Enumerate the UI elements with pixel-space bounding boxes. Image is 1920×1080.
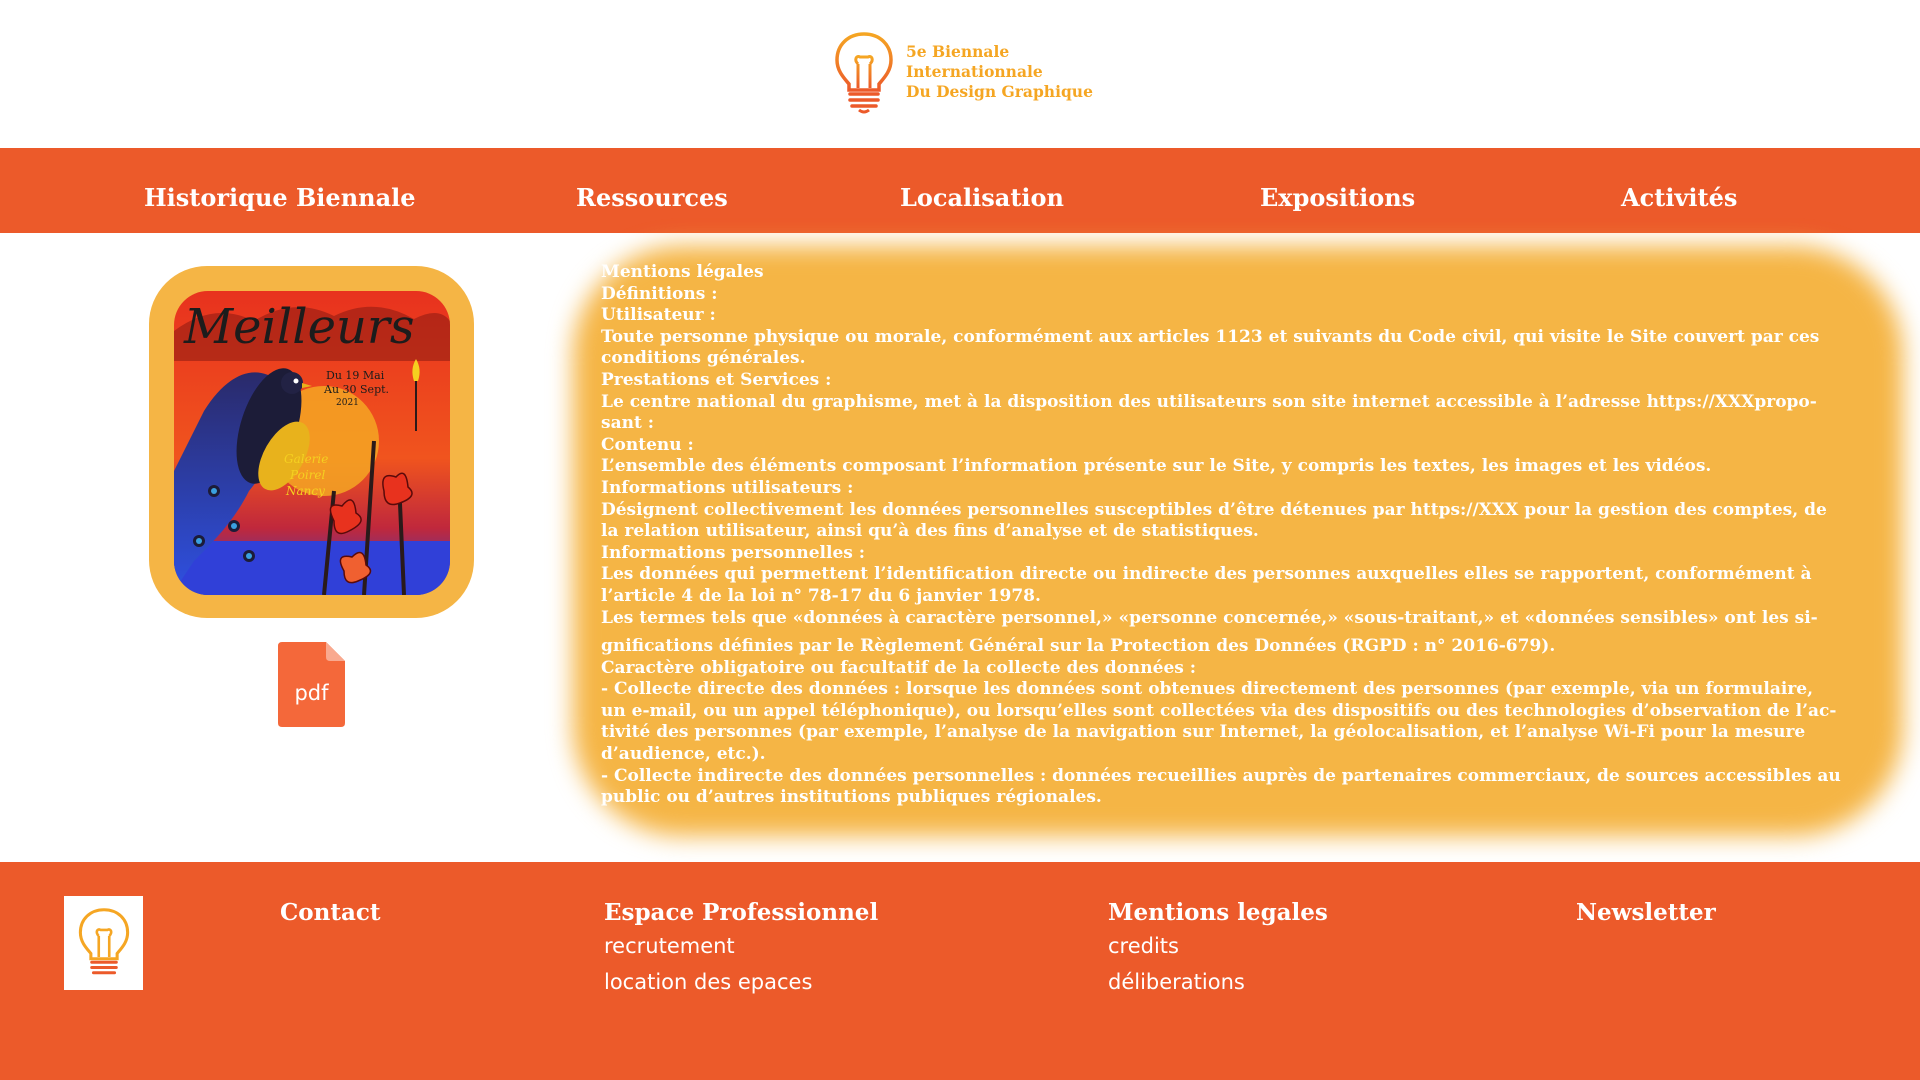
nav-item-ressources[interactable]: Ressources [576, 148, 728, 233]
poster-date-2: Au 30 Sept. [323, 383, 389, 396]
legal-line: Utilisateur : [601, 305, 716, 326]
site-title-line-1: 5e Biennale [906, 42, 1010, 61]
poster-date-1: Du 19 Mai [326, 369, 385, 382]
legal-line: - Collecte indirecte des données personn… [601, 765, 1841, 786]
main-nav: Historique Biennale Ressources Localisat… [0, 148, 1920, 233]
legal-line: Toute personne physique ou morale, confo… [601, 326, 1820, 347]
footer-link-deliberations[interactable]: déliberations [1108, 970, 1245, 994]
legal-line: - Collecte directe des données : lorsque… [601, 679, 1814, 700]
legal-line: la relation utilisateur, ainsi qu’à des … [601, 521, 1259, 542]
legal-line: Informations personnelles : [601, 542, 866, 563]
site-logo[interactable]: 5e Biennale Internationnale Du Design Gr… [832, 30, 1093, 114]
legal-line: Contenu : [601, 434, 694, 455]
footer-pro-heading[interactable]: Espace Professionnel [604, 899, 878, 926]
poster-venue-2: Poirel [289, 468, 325, 482]
legal-line: Prestations et Services : [601, 369, 832, 390]
pdf-download[interactable]: pdf [278, 642, 345, 727]
poster-venue-1: Galerie [284, 452, 328, 466]
footer-link-location[interactable]: location des epaces [604, 970, 812, 994]
legal-line: tivité des personnes (par exemple, l’ana… [601, 722, 1806, 743]
poster-illustration: Meilleurs Du 19 Mai Au 30 Sept. 2021 Gal… [174, 291, 450, 595]
poster-date-3: 2021 [336, 398, 359, 408]
nav-item-expositions[interactable]: Expositions [1260, 148, 1415, 233]
nav-item-localisation[interactable]: Localisation [900, 148, 1064, 233]
legal-line: Désignent collectivement les données per… [601, 499, 1827, 520]
poster-title: Meilleurs [183, 299, 415, 355]
lightbulb-icon [78, 908, 129, 975]
footer-mentions-heading[interactable]: Mentions legales [1108, 899, 1328, 926]
legal-text: Mentions légales Définitions : Utilisate… [601, 262, 1876, 809]
site-title: 5e Biennale Internationnale Du Design Gr… [906, 42, 1093, 102]
footer-contact-link[interactable]: Contact [280, 899, 381, 926]
legal-line: Le centre national du graphisme, met à l… [601, 391, 1817, 412]
legal-line: Les données qui permettent l’identificat… [601, 564, 1812, 585]
site-title-line-2: Internationnale [906, 62, 1043, 81]
lightbulb-icon [835, 32, 893, 114]
footer-link-credits[interactable]: credits [1108, 934, 1179, 958]
pdf-file-icon: pdf [278, 642, 345, 727]
nav-item-historique[interactable]: Historique Biennale [144, 148, 416, 233]
legal-line: L’ensemble des éléments composant l’info… [601, 456, 1712, 477]
legal-line: public ou d’autres institutions publique… [601, 787, 1102, 808]
legal-line: Caractère obligatoire ou facultatif de l… [601, 657, 1197, 678]
legal-line: un e-mail, ou un appel téléphonique), ou… [601, 700, 1837, 721]
legal-line: conditions générales. [601, 348, 806, 369]
poster-venue-3: Nancy [285, 484, 325, 498]
legal-line: sant : [601, 413, 654, 434]
footer-logo[interactable] [64, 896, 143, 990]
legal-line: gnifications définies par le Règlement G… [601, 636, 1556, 657]
legal-line: Définitions : [601, 283, 718, 304]
footer-newsletter-link[interactable]: Newsletter [1576, 899, 1716, 926]
site-title-line-3: Du Design Graphique [906, 82, 1093, 101]
legal-line: l’article 4 de la loi n° 78-17 du 6 janv… [601, 585, 1041, 606]
legal-heading: Mentions légales [601, 262, 764, 282]
exhibition-poster[interactable]: Meilleurs Du 19 Mai Au 30 Sept. 2021 Gal… [174, 291, 450, 595]
legal-line: Informations utilisateurs : [601, 477, 854, 498]
nav-item-activites[interactable]: Activités [1621, 148, 1737, 233]
legal-line: d’audience, etc.). [601, 744, 766, 765]
footer-link-recrutement[interactable]: recrutement [604, 934, 735, 958]
site-footer: Contact Espace Professionnel recrutement… [0, 862, 1920, 1080]
pdf-label: pdf [294, 681, 329, 705]
legal-line: Les termes tels que «données à caractère… [601, 607, 1818, 628]
